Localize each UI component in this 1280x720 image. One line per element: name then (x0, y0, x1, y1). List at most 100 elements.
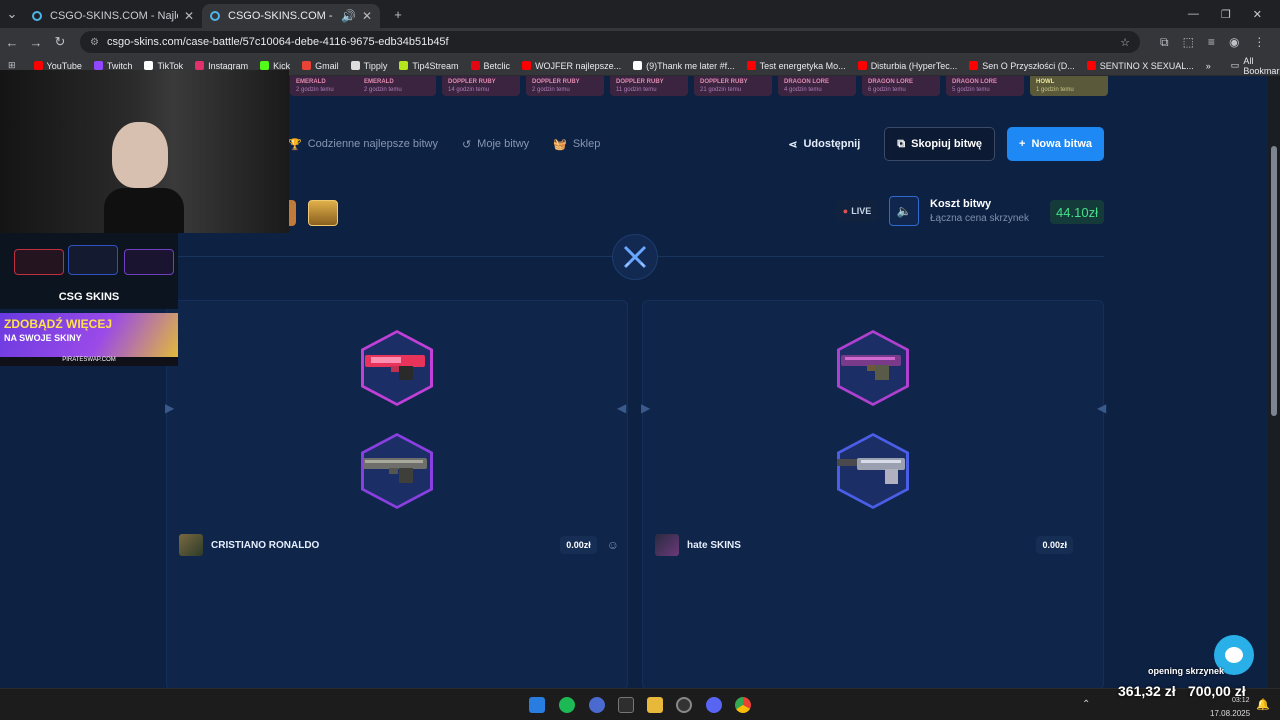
close-tab-icon[interactable]: ✕ (184, 9, 194, 23)
spotify-icon[interactable] (559, 697, 575, 713)
promo-line-1: ZDOBĄDŹ WIĘCEJ (4, 317, 112, 331)
discord-icon[interactable] (706, 697, 722, 713)
bookmark-label: Sen O Przyszłości (D... (982, 60, 1075, 71)
page-scrollbar[interactable] (1268, 76, 1280, 688)
new-tab-icon[interactable]: + (386, 7, 410, 22)
bookmark-item[interactable]: Tip4Stream (399, 60, 459, 71)
star-icon[interactable]: ☆ (1120, 36, 1130, 49)
profile-icon[interactable]: ◉ (1229, 35, 1239, 50)
app-icon[interactable] (589, 697, 605, 713)
notification-icon[interactable]: 🔔 (1256, 698, 1270, 711)
bookmark-item[interactable]: WOJFER najlepsze... (522, 61, 621, 71)
nav-daily-label: Codzienne najlepsze bitwy (307, 138, 438, 150)
epic-games-icon[interactable] (618, 697, 634, 713)
cost-value: 44.10zł (1050, 200, 1104, 224)
arrow-right-icon: ▶ (165, 401, 175, 415)
tab-search-icon[interactable]: ⌄ (0, 6, 24, 22)
basket-icon: 🧺 (553, 138, 567, 151)
tray-chevron-icon[interactable]: ⌃ (1082, 699, 1090, 710)
webcam-person (112, 122, 168, 188)
speaker-icon[interactable]: 🔊 (341, 9, 356, 23)
bookmark-label: Tipply (363, 60, 388, 71)
promo-site: PIRATESWAP.COM (0, 357, 178, 366)
stream-label: opening skrzynek (1148, 666, 1225, 676)
emoji-icon[interactable]: ☺ (607, 538, 619, 552)
case-thumbnail (288, 200, 296, 226)
player-avatar (655, 534, 679, 556)
cost-subtitle: Łączna cena skrzynek (930, 213, 1029, 224)
bookmark-item[interactable]: Kick (260, 61, 290, 71)
bookmark-item[interactable]: Instagram (195, 61, 248, 71)
app-icon[interactable] (676, 697, 692, 713)
copy-battle-button[interactable]: ⧉ Skopiuj bitwę (884, 127, 996, 161)
bookmark-favicon-icon (260, 61, 270, 70)
item-slot (837, 330, 909, 406)
nav-my-battles[interactable]: ↺ Moje bitwy (462, 138, 529, 151)
bookmark-label: Twitch (106, 60, 133, 71)
battle-swords-icon (612, 234, 658, 280)
extensions-icon[interactable]: ⬚ (1183, 35, 1194, 50)
share-button[interactable]: ⋖ Udostępnij (776, 127, 872, 161)
bookmark-item[interactable]: Gmail (302, 61, 339, 71)
start-icon[interactable] (529, 697, 545, 713)
nav-daily-battles[interactable]: 🏆 Codzienne najlepsze bitwy (288, 138, 438, 151)
arrow-left-icon: ◀ (1097, 401, 1107, 415)
bookmark-item[interactable]: Twitch (93, 60, 133, 71)
all-bookmarks[interactable]: All Bookmarks (1243, 56, 1280, 76)
forward-icon[interactable]: → (24, 35, 48, 50)
skin-preview (14, 249, 64, 275)
promo-banner: ZDOBĄDŹ WIĘCEJ NA SWOJE SKINY PIRATESWAP… (0, 313, 178, 366)
close-window-icon[interactable]: ✕ (1253, 8, 1262, 21)
address-bar[interactable]: ⚙ csgo-skins.com/case-battle/57c10064-de… (80, 31, 1140, 53)
site-info-icon[interactable]: ⚙ (90, 37, 99, 48)
menu-icon[interactable]: ⋮ (1253, 35, 1265, 50)
bookmark-item[interactable]: TikTok (144, 61, 183, 71)
bookmark-favicon-icon (1086, 61, 1096, 70)
chrome-icon[interactable] (735, 697, 751, 713)
nav-shop[interactable]: 🧺 Sklep (553, 138, 600, 151)
bookmark-item[interactable]: Betclic (470, 61, 510, 71)
clock-time[interactable]: 03:12 (1232, 697, 1250, 704)
bookmark-label: YouTube (46, 60, 82, 71)
arrow-right-icon: ▶ (641, 401, 651, 415)
balance-1: 361,32 zł (1118, 683, 1176, 699)
copy-icon: ⧉ (897, 137, 906, 150)
site-favicon-icon (32, 11, 42, 21)
tab-2[interactable]: CSGO-SKINS.COM - Najlep 🔊 ✕ (202, 4, 380, 28)
file-explorer-icon[interactable] (647, 697, 663, 713)
bookmark-label: (9)Thank me later #f... (646, 60, 735, 71)
clock-date[interactable]: 17.08.2025 (1210, 709, 1250, 718)
bookmark-label: Gmail (315, 60, 339, 71)
tab-title: CSGO-SKINS.COM - Najlepsze (50, 10, 178, 22)
extension-icon[interactable]: ⧉ (1160, 35, 1169, 50)
minimize-icon[interactable]: — (1188, 8, 1199, 21)
bookmark-item[interactable]: Test energetyka Mo... (746, 61, 846, 71)
nav-shop-label: Sklep (572, 138, 601, 150)
new-battle-label: Nowa bitwa (1031, 138, 1092, 150)
bookmark-label: Tip4Stream (412, 60, 459, 71)
media-icon[interactable]: ≡ (1208, 35, 1215, 50)
tab-title: CSGO-SKINS.COM - Najlep (228, 10, 335, 22)
bookmark-item[interactable]: YouTube (33, 60, 82, 71)
browser-toolbar: ← → ↻ ⚙ csgo-skins.com/case-battle/57c10… (0, 28, 1280, 56)
maximize-icon[interactable]: ❐ (1221, 8, 1231, 21)
sound-toggle[interactable]: 🔈 (889, 196, 919, 226)
bookmark-item[interactable]: Sen O Przyszłości (D... (969, 61, 1075, 71)
new-battle-button[interactable]: + Nowa bitwa (1007, 127, 1104, 161)
more-bookmarks-icon[interactable]: » (1206, 61, 1211, 71)
player-avatar (179, 534, 203, 556)
tab-1[interactable]: CSGO-SKINS.COM - Najlepsze ✕ (24, 4, 202, 28)
bookmark-item[interactable]: Disturbia (HyperTec... (857, 61, 957, 71)
case-thumbnail (308, 200, 338, 226)
back-icon[interactable]: ← (0, 35, 24, 50)
player-name: hate SKINS (687, 539, 741, 551)
plus-icon: + (1019, 138, 1026, 150)
bookmark-item[interactable]: SENTINO X SEXUAL... (1086, 61, 1194, 71)
bookmark-item[interactable]: (9)Thank me later #f... (633, 61, 735, 71)
reload-icon[interactable]: ↻ (48, 34, 72, 50)
webcam-overlay (0, 70, 289, 233)
bookmark-label: Kick (273, 60, 291, 71)
bookmark-item[interactable]: Tipply (350, 60, 388, 71)
bookmark-favicon-icon (522, 61, 532, 70)
close-tab-icon[interactable]: ✕ (362, 9, 372, 23)
